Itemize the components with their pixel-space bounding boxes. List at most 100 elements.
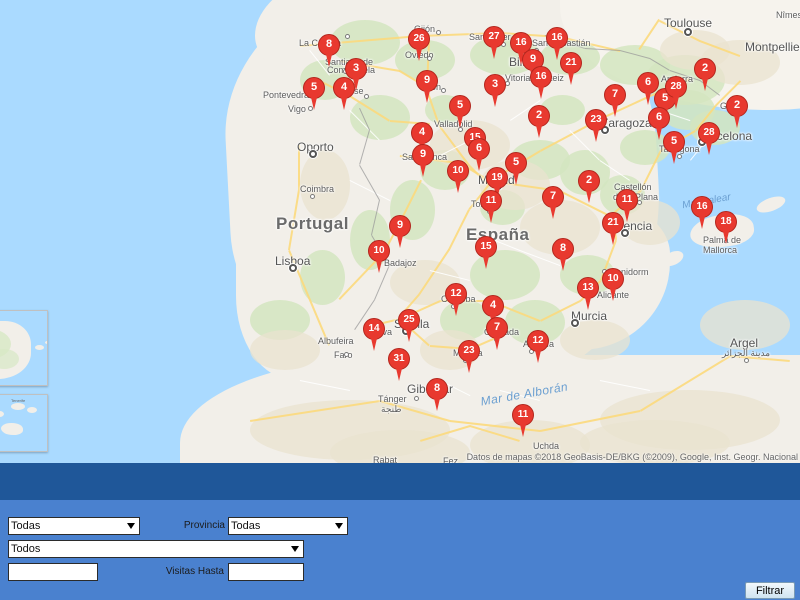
map-canvas[interactable]: La CoruñaSantiago deCompostelaPontevedra… — [0, 0, 800, 463]
city-dot — [744, 358, 749, 363]
map-marker[interactable]: 31 — [388, 348, 410, 382]
map-marker[interactable]: 16 — [530, 66, 552, 100]
map-marker[interactable]: 5 — [449, 95, 471, 129]
map-page: La CoruñaSantiago deCompostelaPontevedra… — [0, 0, 800, 600]
inset-map-peninsula[interactable]: Madrid España — [0, 310, 48, 386]
map-marker[interactable]: 16 — [691, 196, 713, 230]
city-dot — [441, 88, 446, 93]
map-marker[interactable]: 5 — [303, 77, 325, 111]
map-marker[interactable]: 9 — [389, 215, 411, 249]
map-marker[interactable]: 21 — [602, 212, 624, 246]
marker-count: 16 — [535, 71, 547, 82]
marker-count: 6 — [475, 142, 483, 154]
city-dot — [436, 30, 441, 35]
map-marker[interactable]: 13 — [577, 277, 599, 311]
marker-count: 28 — [703, 127, 715, 138]
marker-count: 23 — [463, 345, 475, 356]
marker-count: 13 — [582, 282, 594, 293]
marker-count: 4 — [418, 126, 426, 138]
map-marker[interactable]: 3 — [484, 74, 506, 108]
map-marker[interactable]: 9 — [412, 144, 434, 178]
marker-count: 11 — [517, 409, 529, 420]
map-marker[interactable]: 2 — [528, 105, 550, 139]
map-marker[interactable]: 11 — [480, 190, 502, 224]
map-marker[interactable]: 5 — [505, 152, 527, 186]
visitas-hasta-input[interactable] — [228, 563, 304, 581]
marker-count: 8 — [559, 242, 567, 254]
map-marker[interactable]: 8 — [318, 34, 340, 68]
marker-count: 15 — [480, 241, 492, 252]
marker-count: 3 — [352, 62, 360, 74]
map-marker[interactable]: 7 — [542, 186, 564, 220]
marker-count: 27 — [488, 31, 500, 42]
map-marker[interactable]: 27 — [483, 26, 505, 60]
map-marker[interactable]: 10 — [368, 240, 390, 274]
marker-count: 11 — [621, 194, 633, 205]
marker-count: 5 — [456, 99, 464, 111]
map-marker[interactable]: 25 — [398, 309, 420, 343]
map-marker[interactable]: 8 — [426, 378, 448, 412]
header-bar — [0, 463, 800, 500]
marker-count: 3 — [491, 78, 499, 90]
map-marker[interactable]: 7 — [486, 317, 508, 351]
marker-count: 21 — [607, 217, 619, 228]
map-marker[interactable]: 2 — [694, 58, 716, 92]
map-marker[interactable]: 28 — [665, 76, 687, 110]
filter-panel: Todas Provincia Todas Todos Visitas Hast… — [0, 500, 800, 600]
map-marker[interactable]: 5 — [663, 131, 685, 165]
map-marker[interactable]: 9 — [416, 70, 438, 104]
map-marker[interactable]: 23 — [585, 109, 607, 143]
provincia-select[interactable]: Todas — [228, 517, 348, 535]
map-marker[interactable]: 10 — [447, 160, 469, 194]
island-menorca — [754, 193, 788, 216]
map-marker[interactable]: 7 — [604, 84, 626, 118]
map-marker[interactable]: 12 — [527, 330, 549, 364]
marker-count: 16 — [551, 32, 563, 43]
map-marker[interactable]: 4 — [333, 77, 355, 111]
city-dot — [684, 28, 692, 36]
marker-count: 9 — [423, 74, 431, 86]
inset-map-canarias[interactable]: Tenerife Las Palmas de Gran Canaria — [0, 394, 48, 452]
marker-count: 10 — [452, 165, 464, 176]
map-marker[interactable]: 12 — [445, 283, 467, 317]
map-marker[interactable]: 14 — [363, 318, 385, 352]
tipo-select[interactable]: Todos — [8, 540, 304, 558]
marker-count: 16 — [696, 201, 708, 212]
provincia-select-wrapper[interactable]: Todas — [228, 517, 348, 535]
tipo-select-wrapper[interactable]: Todos — [8, 540, 304, 558]
map-marker[interactable]: 2 — [726, 95, 748, 129]
map-attribution: Datos de mapas ©2018 GeoBasis-DE/BKG (©2… — [466, 452, 798, 462]
marker-count: 8 — [433, 382, 441, 394]
marker-count: 21 — [565, 57, 577, 68]
marker-count: 23 — [590, 114, 602, 125]
map-marker[interactable]: 8 — [552, 238, 574, 272]
map-marker[interactable]: 21 — [560, 52, 582, 86]
visitas-hasta-label: Visitas Hasta — [165, 566, 224, 577]
map-marker[interactable]: 10 — [602, 268, 624, 302]
map-marker[interactable]: 26 — [408, 28, 430, 62]
city-dot — [414, 396, 419, 401]
filtrar-button[interactable]: Filtrar — [745, 582, 795, 599]
marker-count: 9 — [419, 148, 427, 160]
city-dot — [345, 34, 350, 39]
marker-count: 4 — [489, 299, 497, 311]
marker-count: 7 — [493, 321, 501, 333]
marker-count: 6 — [655, 111, 663, 123]
marker-count: 8 — [325, 38, 333, 50]
map-marker[interactable]: 2 — [578, 170, 600, 204]
city-dot — [309, 150, 317, 158]
city-dot — [289, 264, 297, 272]
marker-count: 25 — [403, 314, 415, 325]
marker-count: 2 — [585, 174, 593, 186]
city-dot — [310, 194, 315, 199]
city-dot — [344, 352, 349, 357]
map-marker[interactable]: 15 — [475, 236, 497, 270]
marker-count: 5 — [512, 156, 520, 168]
map-marker[interactable]: 18 — [715, 211, 737, 245]
map-marker[interactable]: 23 — [458, 340, 480, 374]
marker-count: 18 — [720, 216, 732, 227]
map-marker[interactable]: 11 — [512, 404, 534, 438]
marker-count: 5 — [310, 81, 318, 93]
marker-count: 7 — [611, 88, 619, 100]
map-marker[interactable]: 28 — [698, 122, 720, 156]
